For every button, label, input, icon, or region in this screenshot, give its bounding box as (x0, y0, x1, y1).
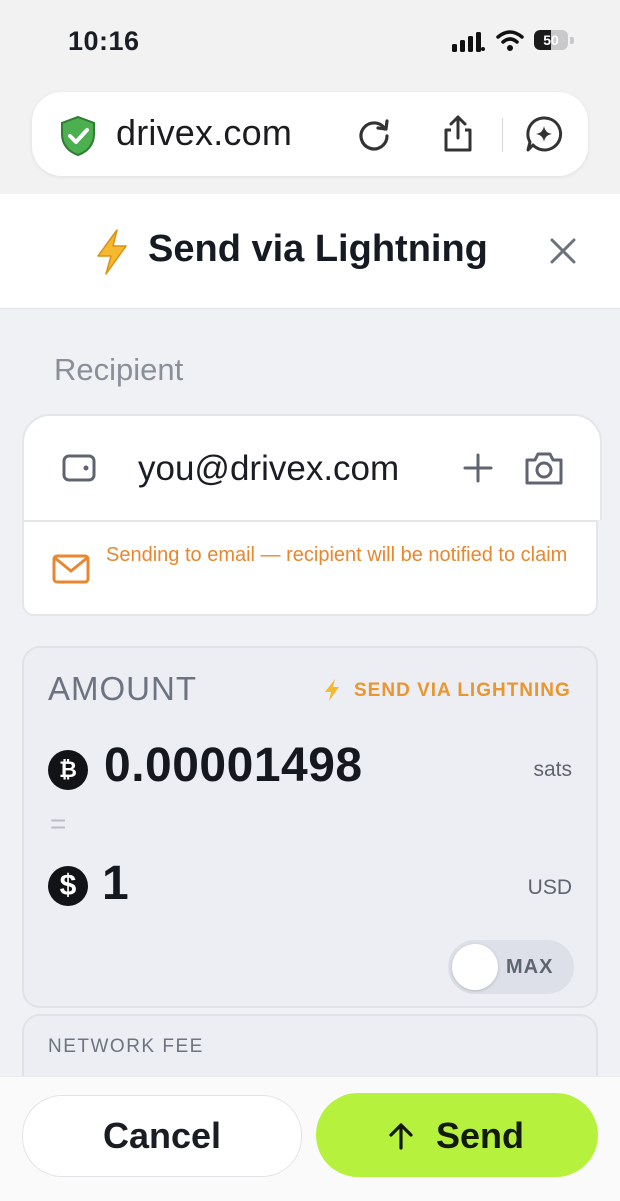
shield-check-icon (61, 115, 95, 157)
arrow-up-icon (389, 1123, 413, 1150)
browser-toolbar: drivex.com (0, 84, 620, 194)
address-bar[interactable]: drivex.com (32, 92, 588, 176)
camera-icon[interactable] (524, 450, 564, 486)
plus-icon[interactable] (462, 452, 494, 484)
wallet-icon (62, 454, 96, 482)
amount-label: AMOUNT (48, 670, 197, 707)
send-label: Send (436, 1115, 525, 1156)
btc-unit: sats (533, 758, 572, 781)
btc-amount[interactable]: 0.00001498 (104, 738, 363, 793)
lightning-bolt-icon (97, 229, 127, 275)
send-button[interactable]: Send (316, 1093, 598, 1177)
amount-card: AMOUNT SEND VIA LIGHTNING ₿ 0.00001498 s… (22, 646, 598, 1008)
recipient-field-card (22, 414, 602, 520)
lightning-bolt-icon (325, 679, 339, 701)
status-time: 10:16 (68, 26, 140, 56)
status-bar: 10:16 50 (0, 0, 620, 84)
dialog-header: Send via Lightning (0, 194, 620, 309)
cellular-signal-icon (452, 32, 485, 52)
recipient-input[interactable] (138, 444, 422, 494)
action-bar: Cancel Send (0, 1076, 620, 1201)
usd-amount[interactable]: 1 (102, 856, 129, 911)
email-notice: Sending to email — recipient will be not… (22, 520, 598, 616)
equals-sign: = (50, 808, 67, 839)
max-label: MAX (506, 956, 554, 978)
notice-text: Sending to email — recipient will be not… (106, 544, 568, 566)
page-title: Send via Lightning (148, 228, 488, 270)
toolbar-divider (502, 118, 503, 152)
toggle-knob (452, 944, 498, 990)
wifi-icon (496, 30, 524, 51)
dollar-icon: $ (48, 866, 88, 906)
max-toggle[interactable]: MAX (448, 940, 574, 994)
mail-icon (52, 554, 90, 584)
reload-icon[interactable] (354, 114, 394, 154)
battery-level: 50 (543, 32, 559, 48)
url-text[interactable]: drivex.com (116, 112, 292, 154)
close-icon[interactable] (548, 236, 578, 266)
battery-icon: 50 (534, 30, 576, 52)
ai-chat-icon[interactable] (524, 114, 564, 154)
payment-method-label[interactable]: SEND VIA LIGHTNING (354, 680, 571, 702)
bitcoin-icon: ₿ (48, 750, 88, 790)
recipient-label: Recipient (54, 352, 184, 387)
send-dialog: Send via Lightning Recipient Sending to … (0, 194, 620, 1114)
cancel-button[interactable]: Cancel (22, 1095, 302, 1177)
share-icon[interactable] (438, 114, 478, 154)
usd-unit: USD (527, 876, 572, 899)
network-fee-label: NETWORK FEE (48, 1036, 204, 1057)
